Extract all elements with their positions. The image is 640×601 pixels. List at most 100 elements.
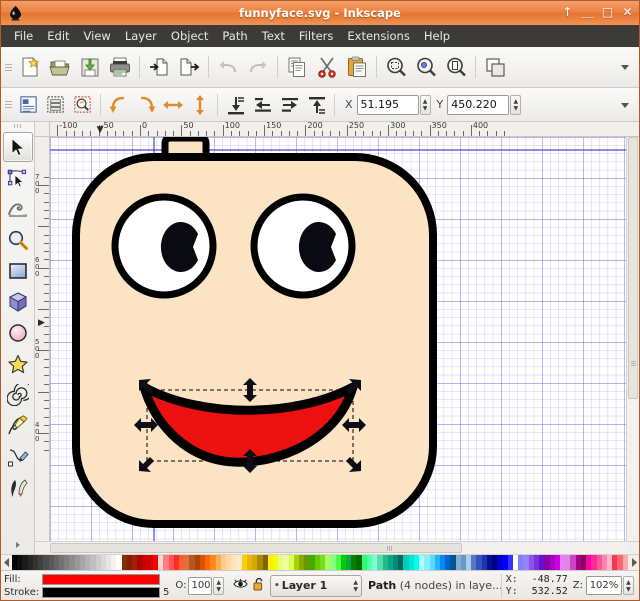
raise-button[interactable] <box>276 92 303 118</box>
lower-to-bottom-button[interactable] <box>222 92 249 118</box>
x-coordinate-label: X <box>345 98 353 111</box>
fill-row[interactable]: Fill: <box>4 573 169 586</box>
stroke-swatch[interactable] <box>42 586 160 598</box>
maximize-button[interactable]: □ <box>601 6 614 20</box>
select-all-layers-button[interactable] <box>42 92 69 118</box>
canvas-viewport[interactable] <box>50 137 626 541</box>
cut-button[interactable] <box>312 52 342 82</box>
color-palette[interactable] <box>1 554 639 570</box>
eye-icon[interactable] <box>233 578 248 593</box>
export-button[interactable] <box>174 52 204 82</box>
tool-pencil[interactable] <box>3 411 33 441</box>
rotate-ccw-button[interactable] <box>105 92 132 118</box>
ruler-label: 5 0 0 <box>35 338 40 361</box>
tool-calligraphy[interactable] <box>3 473 33 503</box>
zoom-control[interactable]: Z: 102% ▲ ▼ <box>573 576 634 595</box>
x-coordinate-spinner[interactable]: ▲ ▼ <box>419 94 431 115</box>
toolbar-grip[interactable] <box>5 56 12 78</box>
shade-button[interactable]: ↑ <box>561 6 574 20</box>
copy-button[interactable] <box>282 52 312 82</box>
flip-vertical-button[interactable] <box>186 92 213 118</box>
ruler-label: 350 <box>431 122 447 130</box>
y-coordinate-spinner[interactable]: ▲ ▼ <box>510 94 522 115</box>
unlocked-padlock-icon[interactable] <box>253 577 265 594</box>
y-coordinate-input[interactable]: 450.220 <box>447 94 510 115</box>
select-all-button[interactable] <box>15 92 42 118</box>
menu-help[interactable]: Help <box>417 26 457 46</box>
toolbox-grip[interactable] <box>11 124 25 130</box>
menu-file[interactable]: File <box>7 26 40 46</box>
duplicate-window-button[interactable] <box>480 52 510 82</box>
zoom-selection-button[interactable] <box>381 52 411 82</box>
ruler-label: 150 <box>266 122 282 130</box>
zoom-drawing-button[interactable] <box>411 52 441 82</box>
ruler-label: 100 <box>224 122 240 130</box>
paste-button[interactable] <box>342 52 372 82</box>
zoom-spinner[interactable]: ▲ ▼ <box>622 576 634 595</box>
vertical-pointer-marker: ▶ <box>38 317 45 328</box>
menu-filters[interactable]: Filters <box>292 26 340 46</box>
fill-stroke-indicator[interactable]: Fill: Stroke: 5 <box>4 572 169 600</box>
palette-scroll-right[interactable] <box>628 555 639 570</box>
vertical-scrollbar[interactable] <box>626 137 639 541</box>
raise-to-top-button[interactable] <box>303 92 330 118</box>
horizontal-scrollbar-thumb[interactable] <box>50 543 462 553</box>
pointer-y-value: 532.52 <box>531 586 568 597</box>
ruler-corner[interactable] <box>35 122 50 137</box>
tool-spiral[interactable] <box>3 380 33 410</box>
tool-zoom[interactable] <box>3 225 33 255</box>
undo-button <box>213 52 243 82</box>
canvas-row: 7 0 0 6 0 0 5 0 0 4 0 0 ▶ <box>35 137 639 541</box>
open-document-button[interactable] <box>45 52 75 82</box>
opacity-spinner[interactable]: ▲ ▼ <box>213 576 225 595</box>
new-document-button[interactable] <box>15 52 45 82</box>
horizontal-ruler[interactable]: -100 -50 0 50 100 150 200 250 300 350 400 ▼ <box>50 122 626 137</box>
lower-button[interactable] <box>249 92 276 118</box>
toolbox-more-icon[interactable] <box>14 541 22 551</box>
tool-rectangle[interactable] <box>3 256 33 286</box>
menu-path[interactable]: Path <box>215 26 254 46</box>
menu-view[interactable]: View <box>77 26 118 46</box>
tool-star[interactable] <box>3 349 33 379</box>
close-button[interactable]: ✕ <box>621 6 634 20</box>
print-document-button[interactable] <box>105 52 135 82</box>
x-coordinate-input[interactable]: 51.195 <box>356 94 419 115</box>
status-bar: Fill: Stroke: 5 O: 100 ▲ ▼ • Layer 1 ▲ ▼… <box>1 570 639 600</box>
vertical-ruler[interactable]: 7 0 0 6 0 0 5 0 0 4 0 0 ▶ <box>35 137 50 541</box>
tool-node-editor[interactable] <box>3 163 33 193</box>
import-button[interactable] <box>144 52 174 82</box>
tool-ellipse[interactable] <box>3 318 33 348</box>
vertical-scrollbar-thumb[interactable] <box>628 137 638 399</box>
layer-selector[interactable]: • Layer 1 ▲ ▼ <box>269 574 362 597</box>
opacity-input[interactable]: 100 <box>188 576 213 595</box>
zoom-input[interactable]: 102% <box>585 576 622 595</box>
menu-edit[interactable]: Edit <box>40 26 76 46</box>
command-toolbar-overflow[interactable] <box>615 54 635 80</box>
y-coordinate-label: Y <box>436 98 444 111</box>
tool-3dbox[interactable] <box>3 287 33 317</box>
drawing-canvas[interactable] <box>50 137 626 541</box>
inkscape-logo-icon <box>4 3 26 23</box>
tool-tweak[interactable] <box>3 194 33 224</box>
deselect-button[interactable] <box>69 92 96 118</box>
zoom-page-button[interactable] <box>441 52 471 82</box>
tool-options-grip[interactable] <box>5 94 12 116</box>
tool-selector[interactable] <box>2 132 33 162</box>
horizontal-scrollbar[interactable] <box>50 541 626 554</box>
tool-options-overflow[interactable] <box>615 92 635 118</box>
menu-layer[interactable]: Layer <box>118 26 164 46</box>
layer-spinner[interactable]: ▲ ▼ <box>347 579 358 592</box>
tool-bezier[interactable] <box>3 442 33 472</box>
flip-horizontal-button[interactable] <box>159 92 186 118</box>
menu-extensions[interactable]: Extensions <box>340 26 416 46</box>
rotate-cw-button[interactable] <box>132 92 159 118</box>
palette-swatches[interactable] <box>12 555 628 570</box>
fill-swatch[interactable] <box>42 573 160 585</box>
save-document-button[interactable] <box>75 52 105 82</box>
palette-scroll-left[interactable] <box>1 555 12 570</box>
stroke-row[interactable]: Stroke: 5 <box>4 586 169 599</box>
menu-text[interactable]: Text <box>255 26 292 46</box>
minimize-button[interactable]: ＿ <box>581 6 594 20</box>
menu-object[interactable]: Object <box>164 26 215 46</box>
fill-label: Fill: <box>4 573 21 585</box>
